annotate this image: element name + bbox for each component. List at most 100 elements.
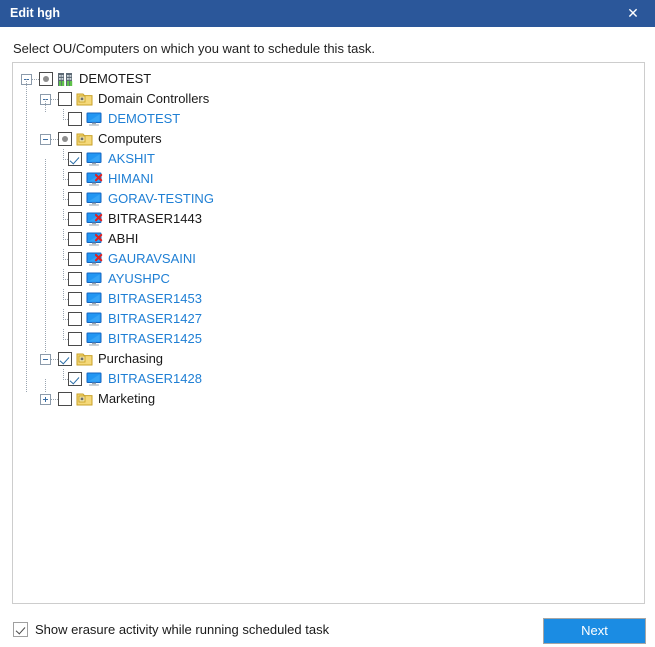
- tree-node[interactable]: BITRASER1443: [13, 209, 644, 229]
- tree-node-label: ABHI: [108, 231, 139, 246]
- tree-node-label: BITRASER1425: [108, 331, 202, 346]
- tree-node-checkbox[interactable]: [58, 92, 72, 106]
- tree-list: DEMOTEST Domain Controllers DEMOTEST Comput…: [13, 63, 644, 409]
- tree-node-label: Computers: [98, 131, 162, 146]
- tree-connector: [59, 229, 69, 249]
- monitor-icon: [86, 371, 103, 387]
- tree-node[interactable]: BITRASER1425: [13, 329, 644, 349]
- tree-node-checkbox[interactable]: [68, 192, 82, 206]
- next-button[interactable]: Next: [543, 618, 646, 644]
- window-titlebar: Edit hgh ✕: [0, 0, 655, 27]
- monitor-error-icon: [86, 251, 103, 267]
- tree-node-checkbox[interactable]: [58, 352, 72, 366]
- monitor-icon: [86, 111, 103, 127]
- tree-node-checkbox[interactable]: [68, 252, 82, 266]
- tree-node[interactable]: Computers: [13, 129, 644, 149]
- tree-connector: [59, 269, 69, 289]
- tree-node-label: Purchasing: [98, 351, 164, 366]
- tree-node-label: Marketing: [98, 391, 156, 406]
- tree-node-checkbox[interactable]: [39, 72, 53, 86]
- tree-node[interactable]: Marketing: [13, 389, 644, 409]
- ou-computer-tree-panel[interactable]: DEMOTEST Domain Controllers DEMOTEST Comput…: [12, 62, 645, 604]
- close-icon[interactable]: ✕: [611, 0, 655, 27]
- tree-node-label: BITRASER1443: [108, 211, 202, 226]
- monitor-icon: [86, 311, 103, 327]
- tree-node[interactable]: BITRASER1428: [13, 369, 644, 389]
- tree-connector: [59, 249, 69, 269]
- tree-node-label: DEMOTEST: [79, 71, 152, 86]
- monitor-icon: [86, 291, 103, 307]
- tree-connector: [51, 98, 58, 100]
- tree-connector: [32, 78, 39, 80]
- tree-node[interactable]: DEMOTEST: [13, 109, 644, 129]
- tree-node-checkbox[interactable]: [58, 392, 72, 406]
- folder-icon: [76, 391, 93, 407]
- tree-node[interactable]: ABHI: [13, 229, 644, 249]
- tree-node-checkbox[interactable]: [68, 292, 82, 306]
- tree-connector: [59, 169, 69, 189]
- tree-node[interactable]: HIMANI: [13, 169, 644, 189]
- tree-node-checkbox[interactable]: [68, 172, 82, 186]
- show-erasure-activity-label: Show erasure activity while running sche…: [35, 622, 330, 637]
- tree-connector: [59, 209, 69, 229]
- tree-node-checkbox[interactable]: [68, 372, 82, 386]
- tree-node[interactable]: GAURAVSAINI: [13, 249, 644, 269]
- monitor-error-icon: [86, 171, 103, 187]
- tree-node-checkbox[interactable]: [68, 312, 82, 326]
- tree-node-label: HIMANI: [108, 171, 154, 186]
- tree-node-label: AKSHIT: [108, 151, 155, 166]
- monitor-error-icon: [86, 211, 103, 227]
- building-icon: [57, 71, 74, 87]
- tree-node-label: BITRASER1453: [108, 291, 202, 306]
- tree-node[interactable]: BITRASER1453: [13, 289, 644, 309]
- tree-node-label: DEMOTEST: [108, 111, 181, 126]
- tree-node-checkbox[interactable]: [68, 272, 82, 286]
- tree-node-label: AYUSHPC: [108, 271, 170, 286]
- tree-connector: [59, 189, 69, 209]
- tree-connector: [59, 329, 69, 349]
- tree-connector: [59, 149, 69, 169]
- show-erasure-activity-checkbox[interactable]: [13, 622, 28, 637]
- tree-connector: [51, 138, 58, 140]
- tree-guide-line: [45, 159, 46, 353]
- tree-node-checkbox[interactable]: [68, 112, 82, 126]
- tree-node-checkbox[interactable]: [68, 152, 82, 166]
- tree-node[interactable]: Domain Controllers: [13, 89, 644, 109]
- tree-node[interactable]: GORAV-TESTING: [13, 189, 644, 209]
- window-title: Edit hgh: [10, 6, 60, 20]
- tree-node[interactable]: BITRASER1427: [13, 309, 644, 329]
- tree-node-label: Domain Controllers: [98, 91, 210, 106]
- folder-icon: [76, 351, 93, 367]
- tree-connector: [51, 398, 58, 400]
- tree-connector: [59, 309, 69, 329]
- show-erasure-activity-row[interactable]: Show erasure activity while running sche…: [13, 622, 329, 637]
- monitor-error-icon: [86, 231, 103, 247]
- tree-node-label: BITRASER1427: [108, 311, 202, 326]
- tree-node-label: GORAV-TESTING: [108, 191, 214, 206]
- tree-node[interactable]: AYUSHPC: [13, 269, 644, 289]
- monitor-icon: [86, 271, 103, 287]
- tree-guide-line: [45, 379, 46, 393]
- tree-node-checkbox[interactable]: [58, 132, 72, 146]
- tree-connector: [51, 358, 58, 360]
- monitor-icon: [86, 151, 103, 167]
- tree-node-checkbox[interactable]: [68, 232, 82, 246]
- tree-node-label: BITRASER1428: [108, 371, 202, 386]
- monitor-icon: [86, 191, 103, 207]
- tree-node[interactable]: DEMOTEST: [13, 69, 644, 89]
- instruction-text: Select OU/Computers on which you want to…: [13, 41, 376, 56]
- tree-guide-line: [26, 79, 27, 393]
- folder-icon: [76, 131, 93, 147]
- tree-connector: [59, 289, 69, 309]
- monitor-icon: [86, 331, 103, 347]
- collapse-icon[interactable]: [40, 353, 51, 365]
- tree-node[interactable]: AKSHIT: [13, 149, 644, 169]
- tree-node[interactable]: Purchasing: [13, 349, 644, 369]
- collapse-icon[interactable]: [40, 133, 51, 145]
- folder-icon: [76, 91, 93, 107]
- tree-connector: [59, 369, 69, 389]
- tree-node-checkbox[interactable]: [68, 212, 82, 226]
- tree-connector: [59, 109, 69, 129]
- tree-node-checkbox[interactable]: [68, 332, 82, 346]
- expand-icon[interactable]: [40, 393, 51, 405]
